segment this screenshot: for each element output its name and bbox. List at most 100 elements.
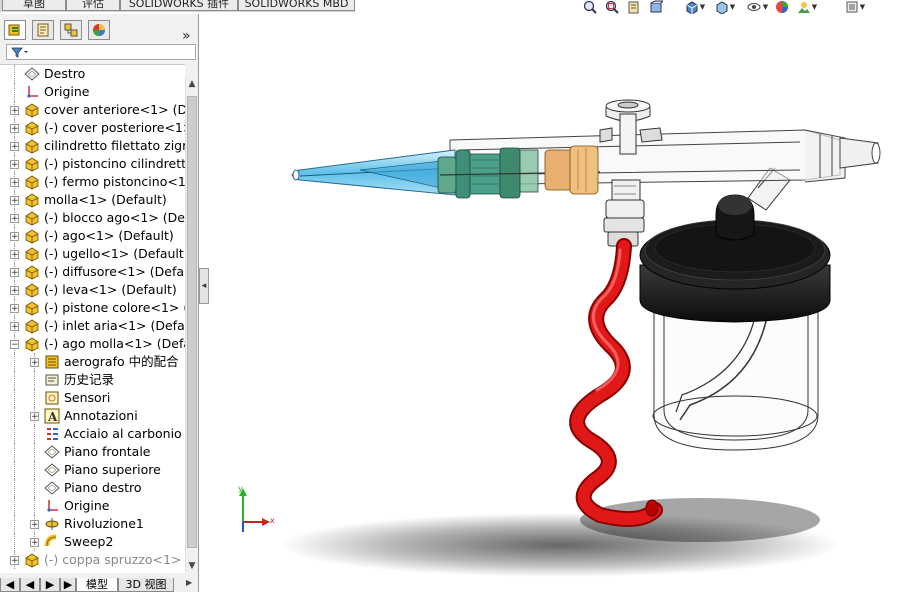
tab-model[interactable]: 模型 <box>76 578 118 592</box>
tree-expander-icon[interactable]: + <box>10 178 19 188</box>
tree-item[interactable]: + molla<1> (Default) <box>0 191 185 209</box>
tree-item[interactable]: + (-) coppa spruzzo<1> (D <box>0 551 185 569</box>
tree-item[interactable]: + (-) ago<1> (Default) <box>0 227 185 245</box>
tree-expander-icon[interactable]: + <box>10 286 19 296</box>
tree-item[interactable]: + (-) pistoncino cilindretto <box>0 155 185 173</box>
tree-line <box>14 497 16 515</box>
edit-appearance-icon[interactable] <box>774 0 790 14</box>
tree-item[interactable]: + (-) ugello<1> (Default) <box>0 245 185 263</box>
tree-expander-icon[interactable]: + <box>30 412 39 422</box>
part-icon <box>24 282 40 298</box>
tab-solidworks-addins[interactable]: SOLIDWORKS 插件 <box>120 0 238 11</box>
section-view-icon[interactable] <box>648 0 664 14</box>
tree-item[interactable]: + (-) leva<1> (Default) <box>0 281 185 299</box>
tree-item[interactable]: + Sweep2 <box>0 533 185 551</box>
tree-expander-icon[interactable]: + <box>10 214 19 224</box>
tree-item[interactable]: Acciaio al carbonio s <box>0 425 185 443</box>
tree-expander-icon[interactable]: + <box>30 358 39 368</box>
zoom-to-area-icon[interactable] <box>604 0 620 14</box>
tree-expander-icon[interactable]: + <box>10 322 19 332</box>
tree-expander-icon[interactable]: + <box>30 520 39 530</box>
previous-view-icon[interactable] <box>626 0 642 14</box>
tree-item[interactable]: Piano superiore <box>0 461 185 479</box>
graphics-viewport[interactable]: y x <box>209 14 920 592</box>
tree-expander-icon[interactable]: + <box>10 124 19 134</box>
tree-item[interactable]: − (-) ago molla<1> (Defau <box>0 335 185 353</box>
tree-item-label: Acciaio al carbonio s <box>64 426 185 441</box>
tree-line <box>14 461 16 479</box>
tab-3d-view[interactable]: 3D 视图 <box>118 578 174 592</box>
tree-line <box>14 65 16 83</box>
tree-expander-icon[interactable]: + <box>10 250 19 260</box>
tree-item[interactable]: + (-) fermo pistoncino<1> <box>0 173 185 191</box>
view-settings-icon[interactable]: ▼ <box>842 0 868 14</box>
tree-item[interactable]: + (-) blocco ago<1> (Defa <box>0 209 185 227</box>
scrollbar-thumb[interactable] <box>187 96 197 548</box>
view-orientation-icon[interactable]: ▼ <box>682 0 708 14</box>
tree-line <box>14 443 16 461</box>
tree-item[interactable]: + (-) pistone colore<1> (D <box>0 299 185 317</box>
tab-scroll-last-icon[interactable]: ▶ <box>60 578 76 592</box>
part-icon <box>24 552 40 568</box>
scroll-down-icon[interactable]: ▼ <box>187 560 197 572</box>
tab-scroll-prev-icon[interactable]: ◀ <box>20 578 40 592</box>
tab-scroll-first-icon[interactable]: ◀ <box>0 578 20 592</box>
tree-item[interactable]: + (-) cover posteriore<1> <box>0 119 185 137</box>
tree-item[interactable]: Origine <box>0 497 185 515</box>
tab-sketch[interactable]: 草图 <box>2 0 66 11</box>
panel-collapse-handle[interactable]: ◂ <box>199 268 209 304</box>
tree-item[interactable]: + A Annotazioni <box>0 407 185 425</box>
display-style-icon[interactable]: ▼ <box>712 0 738 14</box>
configurationmanager-icon[interactable] <box>60 20 82 40</box>
panel-expand-icon[interactable]: » <box>182 28 191 44</box>
tree-item[interactable]: + aerografo 中的配合 <box>0 353 185 371</box>
tree-line <box>34 497 36 515</box>
command-manager-tabs: 草图 评估 SOLIDWORKS 插件 SOLIDWORKS MBD <box>0 0 355 12</box>
tree-item[interactable]: + Rivoluzione1 <box>0 515 185 533</box>
tree-expander-icon[interactable]: + <box>30 538 39 548</box>
tree-expander-icon[interactable]: + <box>10 556 19 566</box>
tree-expander-icon[interactable]: − <box>10 340 19 350</box>
tree-vertical-scrollbar[interactable]: ▲ ▼ <box>185 78 198 572</box>
tree-expander-icon[interactable]: + <box>10 232 19 242</box>
tab-scroll-next-icon[interactable]: ▶ <box>40 578 60 592</box>
tree-item[interactable]: + cilindretto filettato zigrin <box>0 137 185 155</box>
tree-expander-icon[interactable]: + <box>10 268 19 278</box>
part-icon <box>24 318 40 334</box>
tree-filter-input[interactable] <box>6 44 196 60</box>
triad-x-label: x <box>270 516 275 525</box>
tab-evaluate[interactable]: 评估 <box>66 0 120 11</box>
tree-item[interactable]: + (-) diffusore<1> (Default <box>0 263 185 281</box>
revolve-icon <box>44 516 60 532</box>
tree-item-label: Annotazioni <box>64 408 138 423</box>
tab-solidworks-mbd[interactable]: SOLIDWORKS MBD <box>238 0 355 11</box>
tree-expander-icon[interactable]: + <box>10 160 19 170</box>
tree-line <box>14 353 16 371</box>
part-icon <box>24 264 40 280</box>
tree-item[interactable]: + (-) inlet aria<1> (Default <box>0 317 185 335</box>
displaymanager-icon[interactable] <box>88 20 110 40</box>
part-icon <box>24 120 40 136</box>
tree-expander-icon[interactable]: + <box>10 142 19 152</box>
apply-scene-icon[interactable]: ▼ <box>794 0 820 14</box>
tree-expander-icon[interactable]: + <box>10 304 19 314</box>
tree-item[interactable]: + cover anteriore<1> (De <box>0 101 185 119</box>
tree-item[interactable]: Sensori <box>0 389 185 407</box>
filter-icon[interactable] <box>11 47 29 58</box>
tree-item-label: (-) pistone colore<1> (D <box>44 300 185 315</box>
featuremanager-tree-icon[interactable] <box>4 20 26 40</box>
propertymanager-icon[interactable] <box>32 20 54 40</box>
tree-expander-icon[interactable]: + <box>10 196 19 206</box>
glass-cup <box>652 299 819 451</box>
tree-item[interactable]: Origine <box>0 83 185 101</box>
scroll-up-icon[interactable]: ▲ <box>187 78 197 90</box>
part-icon <box>24 246 40 262</box>
hide-show-items-icon[interactable]: ▼ <box>744 0 770 14</box>
tree-item[interactable]: Destro <box>0 65 185 83</box>
tree-item[interactable]: Piano destro <box>0 479 185 497</box>
zoom-to-fit-icon[interactable] <box>582 0 598 14</box>
tree-item[interactable]: Piano frontale <box>0 443 185 461</box>
tree-expander-icon[interactable]: + <box>10 106 19 116</box>
tree-item-label: (-) leva<1> (Default) <box>44 282 177 297</box>
tree-item[interactable]: 历史记录 <box>0 371 185 389</box>
